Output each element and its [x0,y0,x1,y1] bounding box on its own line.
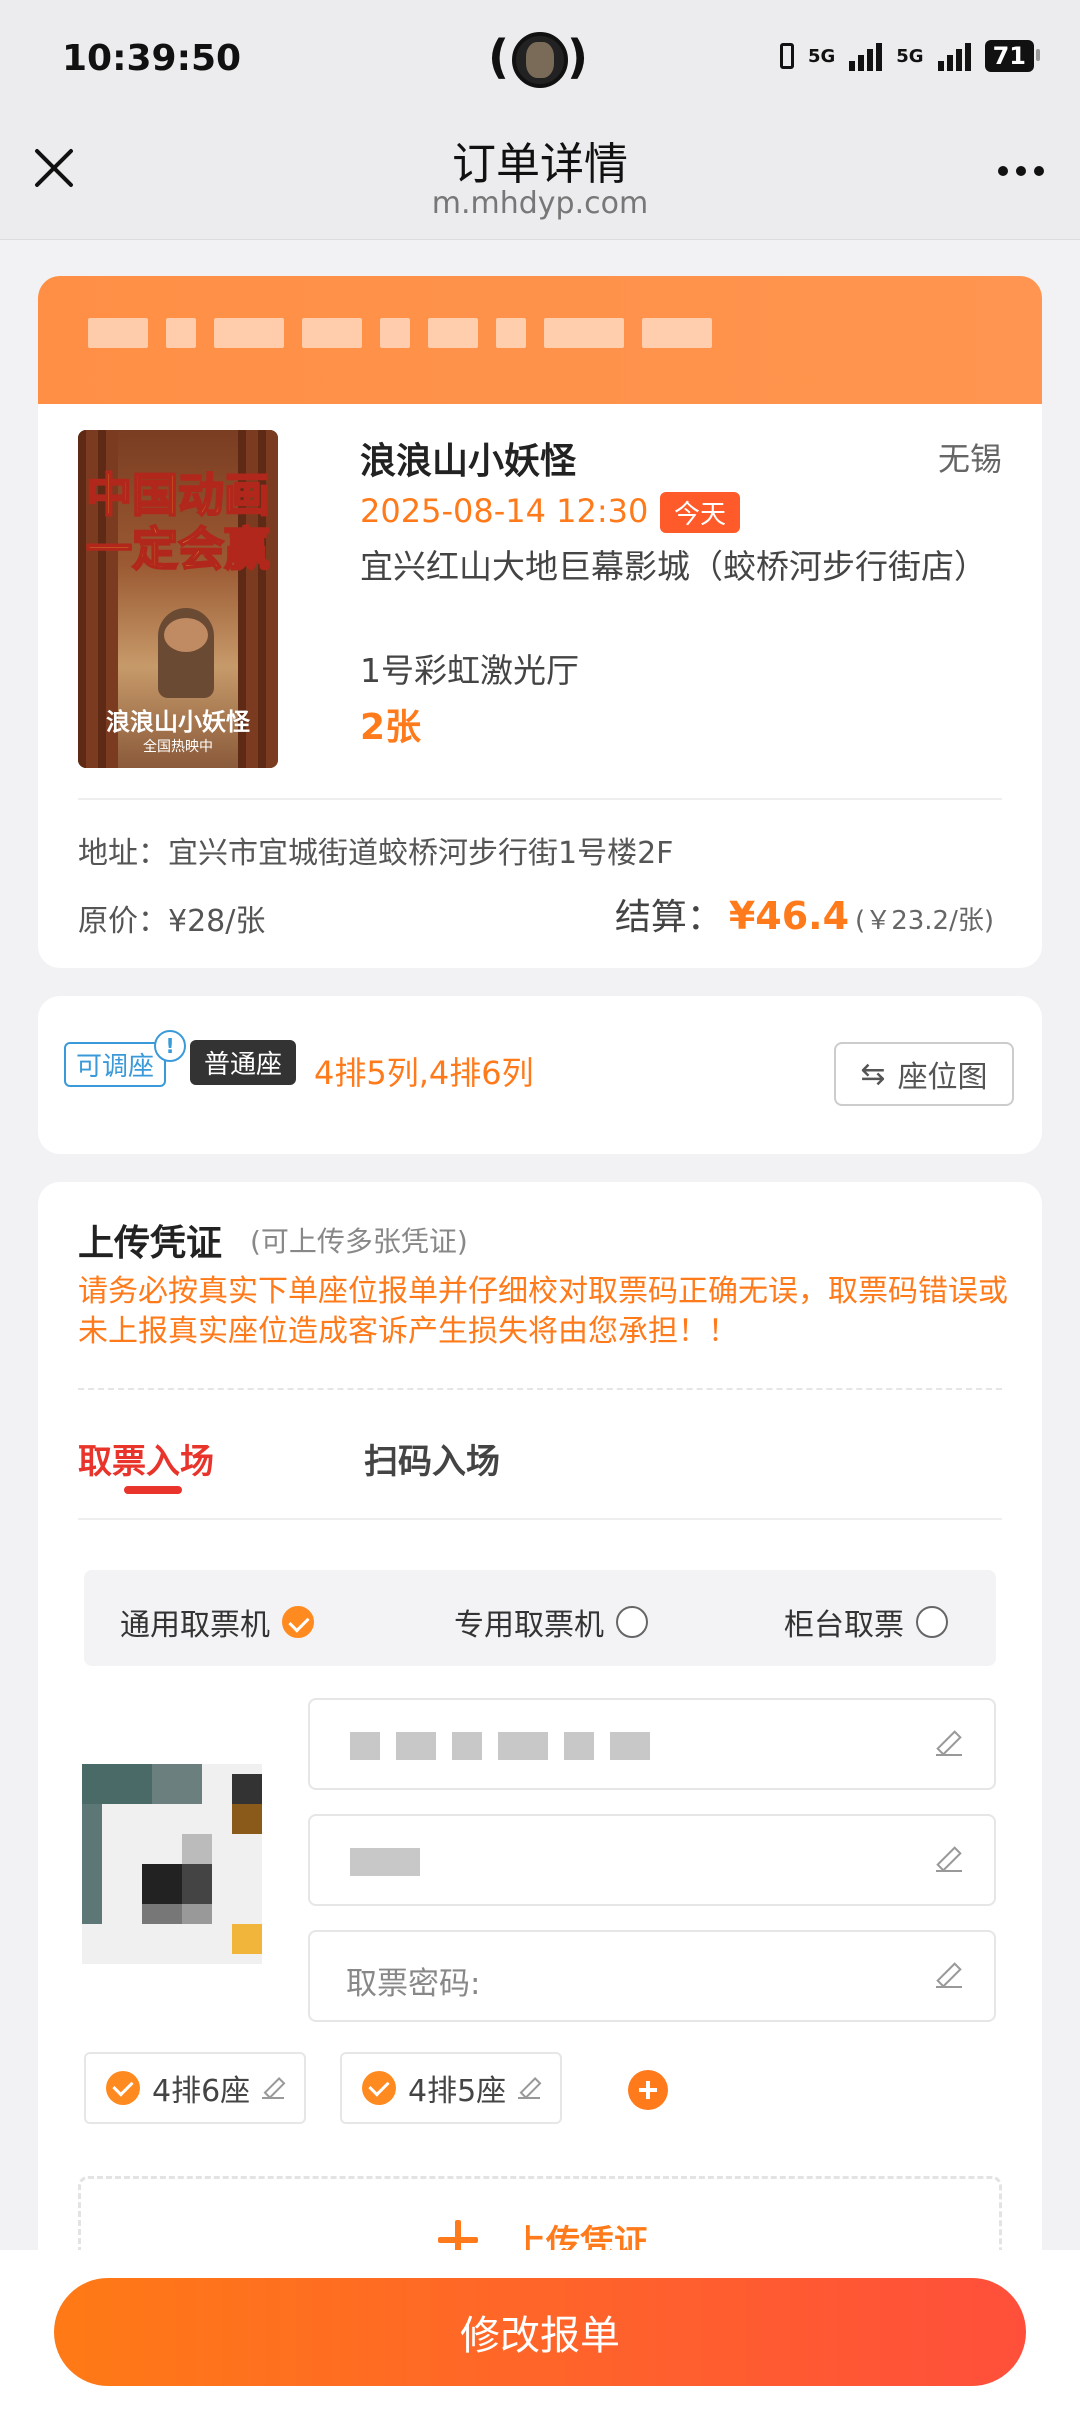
blurred-order-info [88,318,712,348]
ticket-code-image[interactable] [82,1764,262,1964]
option-counter[interactable]: 柜台取票 [784,1600,948,1644]
paren-left: ( [488,30,510,84]
paren-right: ) [566,30,588,84]
radio-icon[interactable] [616,1606,648,1638]
signal-icon [849,41,883,71]
avatar [512,32,568,88]
poster-slogan-1: 中国动画 [85,467,271,523]
edit-icon[interactable] [936,1962,962,1988]
page-url: m.mhdyp.com [431,186,649,221]
settlement: 结算： ¥46.4 (￥23.2/张) [615,888,994,940]
password-label: 取票密码: [346,1966,481,2002]
ticket-code-field-1[interactable] [308,1698,996,1790]
battery-icon: 71 [984,40,1041,72]
info-icon[interactable]: ! [154,1030,186,1062]
tab-scan-entry[interactable]: 扫码入场 [364,1434,500,1483]
option-label: 通用取票机 [120,1608,270,1643]
poster-slogan-2: 一定会赢 [85,521,271,577]
radio-icon[interactable] [916,1606,948,1638]
seat-map-label: 座位图 [897,1060,988,1095]
vibrate-icon [779,43,794,69]
poster-title: 浪浪山小妖怪 [106,708,250,736]
ticket-code-field-2[interactable] [308,1814,996,1906]
option-dedicated-machine[interactable]: 专用取票机 [454,1600,648,1644]
check-icon [362,2071,396,2105]
upload-card: 上传凭证 (可上传多张凭证) 请务必按真实下单座位报单并仔细校对取票码正确无误，… [38,1182,1042,2412]
status-icons: 5G 5G 71 [779,40,1041,72]
poster-character [158,608,214,698]
original-price: 原价：¥28/张 [78,904,266,939]
seat-list: 4排5列,4排6列 [314,1054,534,1092]
check-icon [106,2071,140,2105]
settle-label: 结算： [614,897,723,938]
status-bar: 10:39:50 ( ) 5G 5G 71 [0,0,1080,120]
upload-warning: 请务必按真实下单座位报单并仔细校对取票码正确无误，取票码错误或未上报真实座位造成… [78,1274,1008,1349]
tab-active-indicator [124,1486,182,1494]
ticket-machine-selector: 通用取票机 专用取票机 柜台取票 [84,1570,996,1666]
upload-title: 上传凭证 [78,1223,223,1264]
showtime: 2025-08-14 12:30 [360,492,649,530]
settle-unit-price: (￥23.2/张) [855,906,994,936]
option-label: 柜台取票 [784,1608,904,1643]
divider [78,798,1002,800]
movie-title: 浪浪山小妖怪 [360,441,577,482]
edit-icon[interactable] [936,1730,962,1756]
cinema-name: 宜兴红山大地巨幕影城（蛟桥河步行街店） [360,547,987,586]
camera-island: ( ) [488,26,588,96]
edit-icon[interactable] [518,2077,541,2099]
seat-chip[interactable]: 4排5座 [340,2052,563,2124]
add-seat-icon[interactable] [628,2070,668,2110]
bottom-bar: 修改报单 [0,2250,1080,2412]
upload-hint: (可上传多张凭证) [250,1225,468,1258]
settle-price: ¥46.4 [728,894,850,938]
page-title: 订单详情 [452,139,628,190]
seat-card: 可调座 ! 普通座 4排5列,4排6列 ⇆ 座位图 [38,996,1042,1154]
ticket-password-field[interactable]: 取票密码: [308,1930,996,2022]
more-icon[interactable] [998,166,1044,176]
signal-label-1: 5G [807,45,836,67]
option-label: 专用取票机 [454,1608,604,1643]
option-general-machine[interactable]: 通用取票机 [120,1600,314,1644]
seat-chip[interactable]: 4排6座 [84,2052,307,2124]
seat-chip-label: 4排6座 [152,2074,251,2109]
edit-icon[interactable] [262,2077,285,2099]
today-badge: 今天 [660,492,741,533]
divider [78,1388,1002,1390]
status-time: 10:39:50 [62,38,242,79]
modify-report-button[interactable]: 修改报单 [54,2278,1026,2386]
signal-icon-2 [937,41,971,71]
poster-subtitle: 全国热映中 [143,739,213,755]
ticket-count: 2张 [360,707,422,748]
tab-ticket-entry[interactable]: 取票入场 [78,1434,214,1483]
signal-label-2: 5G [896,45,924,67]
adjustable-seat-badge: 可调座 [64,1042,167,1087]
edit-icon[interactable] [936,1846,962,1872]
movie-poster[interactable]: 中国动画 一定会赢 浪浪山小妖怪 全国热映中 [78,430,278,768]
movie-city: 无锡 [937,440,1002,478]
seat-chip-label: 4排5座 [408,2074,507,2109]
movie-card: 中国动画 一定会赢 浪浪山小妖怪 全国热映中 浪浪山小妖怪 无锡 2025-08… [38,276,1042,968]
hall-name: 1号彩虹激光厅 [360,651,579,690]
radio-checked-icon[interactable] [282,1606,314,1638]
swap-icon: ⇆ [860,1056,886,1092]
nav-bar: 订单详情 m.mhdyp.com [0,120,1080,240]
divider [78,1518,1002,1520]
order-banner [38,276,1042,404]
seat-map-button[interactable]: ⇆ 座位图 [834,1042,1014,1106]
cinema-address: 地址：宜兴市宜城街道蛟桥河步行街1号楼2F [78,836,674,871]
seat-type-badge: 普通座 [190,1040,297,1085]
